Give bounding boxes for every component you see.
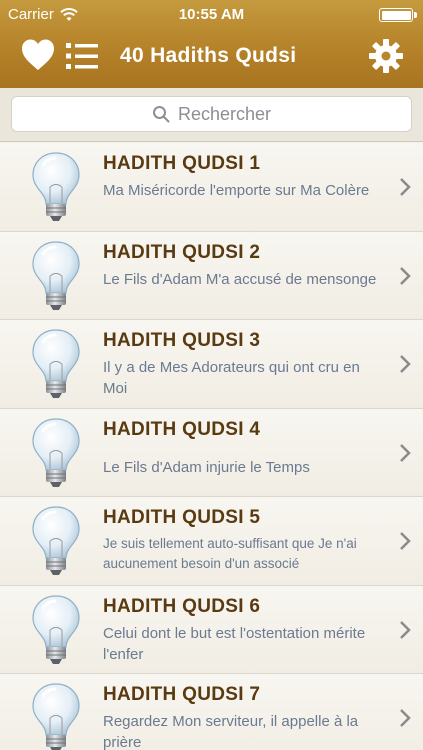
- hadith-title: HADITH QUDSI 4: [103, 418, 261, 440]
- navigation-bar: 40 Hadiths Qudsi: [0, 28, 423, 88]
- search-input[interactable]: Rechercher: [11, 96, 412, 132]
- lightbulb-icon: [31, 151, 81, 223]
- hadith-subtitle: Je suis tellement auto-suffisant que Je …: [103, 536, 357, 571]
- search-placeholder: Rechercher: [177, 103, 272, 124]
- header: Carrier 10:55 AM 40 Hadiths Qudsi: [0, 0, 423, 88]
- lightbulb-icon: [31, 328, 81, 400]
- chevron-right-icon: [400, 266, 411, 285]
- list-item[interactable]: HADITH QUDSI 2 Le Fils d'Adam M'a accusé…: [0, 231, 423, 320]
- status-time: 10:55 AM: [178, 6, 245, 23]
- hadith-subtitle: Ma Miséricorde l'emporte sur Ma Colère: [103, 182, 370, 199]
- hadith-subtitle: Celui dont le but est l'ostentation méri…: [103, 624, 366, 663]
- hadith-title: HADITH QUDSI 2: [103, 241, 261, 263]
- heart-icon[interactable]: [20, 38, 56, 72]
- hadith-subtitle: Regardez Mon serviteur, il appelle à la …: [103, 713, 359, 750]
- hadith-subtitle: Le Fils d'Adam M'a accusé de mensonge: [103, 270, 377, 288]
- chevron-right-icon: [400, 178, 411, 196]
- hadith-title: HADITH QUDSI 1: [103, 153, 261, 174]
- gear-icon[interactable]: [368, 38, 404, 74]
- list-item[interactable]: HADITH QUDSI 3 Il y a de Mes Adorateurs …: [0, 320, 423, 409]
- lightbulb-icon: [31, 505, 81, 577]
- hadith-title: HADITH QUDSI 3: [103, 330, 261, 351]
- hadith-subtitle: Il y a de Mes Adorateurs qui ont cru en …: [103, 359, 360, 397]
- list-item[interactable]: HADITH QUDSI 7 Regardez Mon serviteur, i…: [0, 674, 423, 750]
- lightbulb-icon: [31, 240, 81, 311]
- lightbulb-icon: [31, 682, 81, 750]
- chevron-right-icon: [400, 355, 411, 373]
- list-item[interactable]: HADITH QUDSI 5 Je suis tellement auto-su…: [0, 497, 423, 586]
- hadith-title: HADITH QUDSI 7: [103, 684, 261, 705]
- list-item[interactable]: HADITH QUDSI 1 Ma Miséricorde l'emporte …: [0, 143, 423, 232]
- app-title: 40 Hadiths Qudsi: [120, 44, 297, 67]
- lightbulb-icon: [31, 594, 81, 665]
- hadith-title: HADITH QUDSI 6: [103, 595, 261, 617]
- search-icon: [152, 106, 170, 123]
- hadith-subtitle: Le Fils d'Adam injurie le Temps: [103, 458, 310, 476]
- lightbulb-icon: [31, 417, 81, 488]
- battery-icon: [379, 8, 417, 22]
- list-icon[interactable]: [66, 42, 98, 70]
- search-bar: Rechercher: [0, 88, 423, 142]
- status-bar: Carrier 10:55 AM: [0, 0, 423, 28]
- chevron-right-icon: [400, 443, 411, 462]
- chevron-right-icon: [400, 620, 411, 639]
- hadith-list: HADITH QUDSI 1 Ma Miséricorde l'emporte …: [0, 143, 423, 750]
- list-item[interactable]: HADITH QUDSI 4 Le Fils d'Adam injurie le…: [0, 408, 423, 497]
- list-item[interactable]: HADITH QUDSI 6 Celui dont le but est l'o…: [0, 585, 423, 674]
- hadith-title: HADITH QUDSI 5: [103, 507, 261, 528]
- chevron-right-icon: [400, 709, 411, 727]
- chevron-right-icon: [400, 532, 411, 550]
